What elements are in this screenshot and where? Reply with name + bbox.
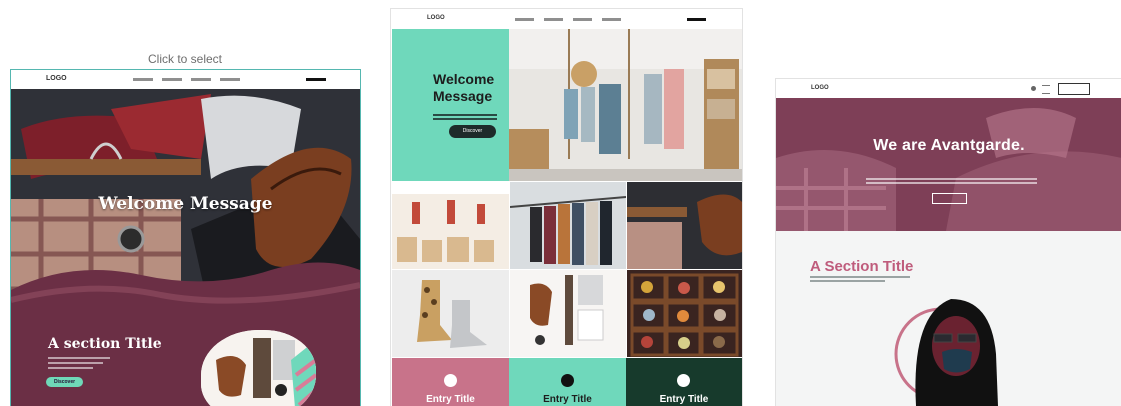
nav-button-outline	[1058, 83, 1090, 95]
boots-photo	[392, 270, 509, 357]
template-card-grid[interactable]: LOGO Welcome Message Discover Entry Titl…	[390, 8, 743, 406]
text-line	[866, 178, 1037, 180]
nav-line	[515, 18, 534, 21]
template-card-avantgarde[interactable]: LOGO We are Avantgarde. A Section Title	[775, 78, 1121, 406]
nav-line	[162, 78, 182, 81]
boutique-image	[509, 29, 742, 181]
text-line	[810, 280, 885, 282]
text-line	[866, 182, 1037, 184]
text-line	[433, 114, 497, 116]
template1-discover-button[interactable]: Discover	[46, 377, 83, 387]
template3-hero-button[interactable]	[932, 193, 967, 204]
welcome-line: Message	[433, 88, 493, 104]
template-card-welcome[interactable]: LOGO Welcome Message A section Title Dis…	[10, 69, 361, 406]
text-line	[48, 367, 93, 369]
portrait-image	[894, 299, 998, 406]
template2-welcome-title: Welcome Message	[433, 71, 503, 105]
flatlay-image	[510, 270, 626, 357]
template2-discover-button[interactable]: Discover	[449, 125, 496, 138]
search-icon	[1031, 86, 1036, 91]
template1-shoes-photo	[201, 330, 316, 406]
template3-hero-photo	[776, 98, 1121, 231]
text-line	[810, 276, 910, 278]
template3-section-title: A Section Title	[810, 258, 914, 275]
template2-welcome-panel	[392, 29, 509, 181]
nav-line	[191, 78, 211, 81]
boots-image	[392, 270, 509, 357]
nav-line	[544, 18, 563, 21]
flatlay-photo	[510, 270, 626, 357]
jewelry-image	[627, 270, 742, 357]
entry-circle-icon	[560, 374, 574, 387]
shoes-bag-image	[627, 182, 742, 269]
hero-image	[776, 98, 1121, 231]
nav-button-line	[306, 78, 326, 81]
template3-logo: LOGO	[811, 85, 829, 91]
template3-hero-title: We are Avantgarde.	[873, 137, 1025, 154]
template1-logo: LOGO	[46, 75, 67, 82]
entry-title: Entry Title	[543, 394, 592, 405]
entry-card: Entry Title	[626, 358, 742, 406]
nav-line	[133, 78, 153, 81]
template1-hero-title: Welcome Message	[98, 194, 273, 214]
entry-card: Entry Title	[392, 358, 509, 406]
template2-logo: LOGO	[427, 15, 445, 21]
nav-line	[602, 18, 621, 21]
entry-circle-icon	[443, 374, 457, 387]
rack-photo	[510, 182, 626, 269]
store-photo	[392, 182, 509, 269]
shoes-image	[201, 330, 316, 406]
select-hint: Click to select	[147, 52, 223, 66]
nav-line	[220, 78, 240, 81]
nav-line	[573, 18, 592, 21]
text-line	[48, 362, 103, 364]
template1-section-title: A section Title	[48, 336, 162, 352]
entry-title: Entry Title	[659, 394, 709, 405]
template2-navbar: LOGO	[391, 9, 742, 29]
menu-icon	[1042, 85, 1050, 94]
entry-card: Entry Title	[509, 358, 626, 406]
shoes-bag-photo	[627, 182, 742, 269]
nav-button-line	[687, 18, 706, 21]
text-line	[433, 118, 497, 120]
entry-title: Entry Title	[426, 394, 475, 405]
template3-navbar: LOGO	[776, 79, 1121, 98]
store-image	[392, 182, 509, 269]
entry-circle-icon	[677, 374, 690, 387]
text-line	[48, 357, 110, 359]
rack-image	[510, 182, 626, 269]
template1-navbar: LOGO	[11, 70, 360, 89]
boutique-photo	[509, 29, 742, 181]
welcome-line: Welcome	[433, 71, 495, 87]
jewelry-photo	[627, 270, 742, 357]
